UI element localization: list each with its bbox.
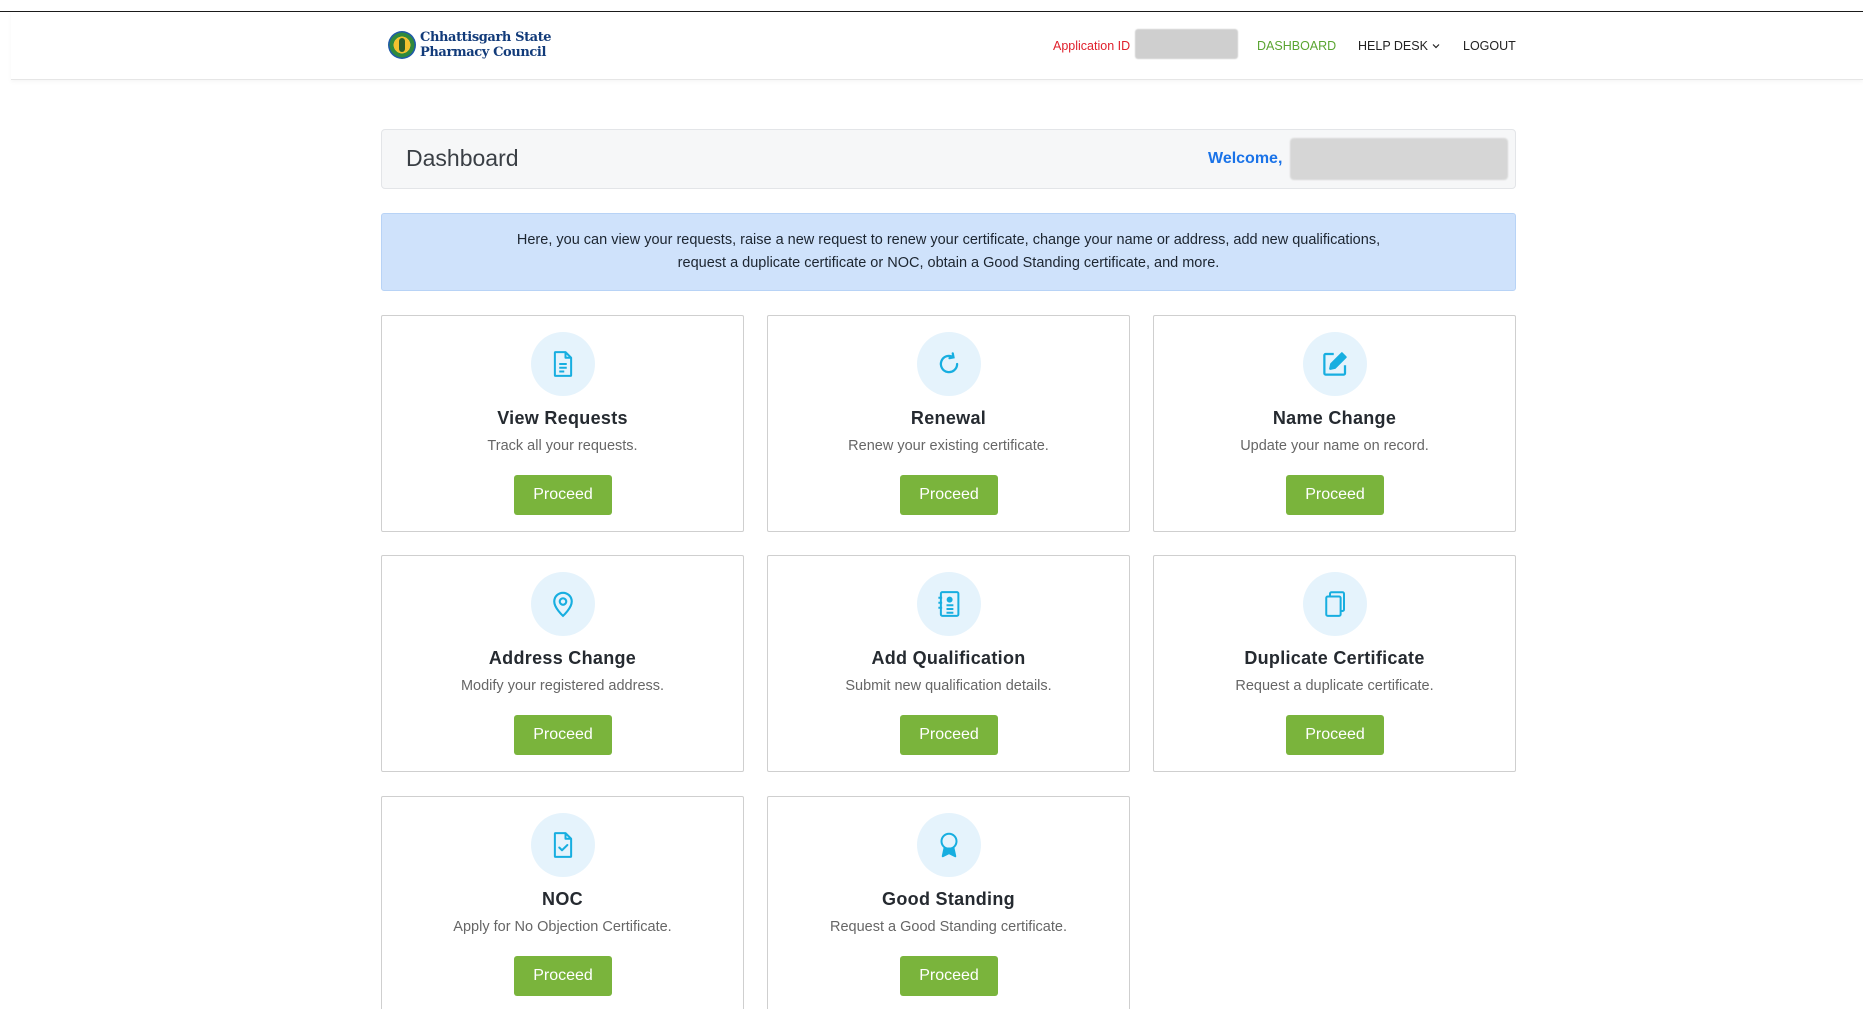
info-line-1: Here, you can view your requests, raise … — [516, 232, 1381, 248]
proceed-button-add-qualification[interactable]: Proceed — [900, 715, 998, 755]
card-add-qualification: Add Qualification Submit new qualificati… — [767, 555, 1130, 772]
copy-icon — [1303, 572, 1367, 636]
logo-line-1: Chhattisgarh State — [420, 30, 552, 45]
council-emblem-icon — [388, 31, 416, 59]
dashboard-title-bar: Dashboard Welcome, — [381, 129, 1516, 189]
card-title: Renewal — [910, 408, 987, 428]
award-icon — [917, 813, 981, 877]
card-title: View Requests — [497, 408, 628, 428]
proceed-button-view-requests[interactable]: Proceed — [514, 475, 612, 515]
card-address-change: Address Change Modify your registered ad… — [381, 555, 744, 772]
card-title: Address Change — [488, 648, 637, 668]
user-name-redacted — [1290, 138, 1508, 180]
proceed-button-address-change[interactable]: Proceed — [514, 715, 612, 755]
refresh-icon — [917, 332, 981, 396]
proceed-button-noc[interactable]: Proceed — [514, 956, 612, 996]
nav-logout-link[interactable]: LOGOUT — [1463, 12, 1516, 80]
card-description: Track all your requests. — [487, 438, 638, 454]
card-description: Request a duplicate certificate. — [1235, 678, 1434, 694]
card-view-requests: View Requests Track all your requests. P… — [381, 315, 744, 532]
card-good-standing: Good Standing Request a Good Standing ce… — [767, 796, 1130, 1009]
card-duplicate-certificate: Duplicate Certificate Request a duplicat… — [1153, 555, 1516, 772]
card-title: Name Change — [1272, 408, 1397, 428]
card-title: Good Standing — [882, 889, 1015, 909]
card-description: Apply for No Objection Certificate. — [453, 919, 672, 935]
welcome-label: Welcome, — [1208, 150, 1283, 167]
proceed-button-good-standing[interactable]: Proceed — [900, 956, 998, 996]
card-title: Duplicate Certificate — [1244, 648, 1425, 668]
chevron-down-icon — [1432, 44, 1440, 49]
nav-help-desk-dropdown[interactable]: HELP DESK — [1358, 12, 1440, 80]
application-id-label: Application ID — [1053, 39, 1131, 53]
card-description: Modify your registered address. — [460, 678, 665, 694]
card-title: NOC — [542, 889, 583, 909]
file-check-icon — [531, 813, 595, 877]
logo-text: Chhattisgarh State Pharmacy Council — [420, 30, 552, 60]
page-title: Dashboard — [406, 145, 519, 171]
info-line-2: request a duplicate certificate or NOC, … — [677, 255, 1220, 271]
site-header: Chhattisgarh State Pharmacy Council Appl… — [11, 12, 1863, 80]
nav-dashboard-link[interactable]: DASHBOARD — [1257, 12, 1336, 80]
logo-line-2: Pharmacy Council — [420, 45, 546, 60]
proceed-button-renewal[interactable]: Proceed — [900, 475, 998, 515]
info-alert: Here, you can view your requests, raise … — [381, 213, 1516, 291]
edit-icon — [1303, 332, 1367, 396]
card-description: Renew your existing certificate. — [848, 438, 1049, 454]
card-description: Update your name on record. — [1240, 438, 1429, 454]
contact-book-icon — [917, 572, 981, 636]
proceed-button-duplicate-certificate[interactable]: Proceed — [1286, 715, 1384, 755]
document-icon — [531, 332, 595, 396]
card-renewal: Renewal Renew your existing certificate.… — [767, 315, 1130, 532]
nav-help-desk-label: HELP DESK — [1358, 39, 1428, 53]
location-pin-icon — [531, 572, 595, 636]
proceed-button-name-change[interactable]: Proceed — [1286, 475, 1384, 515]
card-description: Request a Good Standing certificate. — [830, 919, 1067, 935]
application-id-redacted — [1135, 29, 1238, 59]
council-logo[interactable]: Chhattisgarh State Pharmacy Council — [388, 28, 552, 62]
card-name-change: Name Change Update your name on record. … — [1153, 315, 1516, 532]
card-noc: NOC Apply for No Objection Certificate. … — [381, 796, 744, 1009]
card-description: Submit new qualification details. — [845, 678, 1052, 694]
card-title: Add Qualification — [871, 648, 1026, 668]
